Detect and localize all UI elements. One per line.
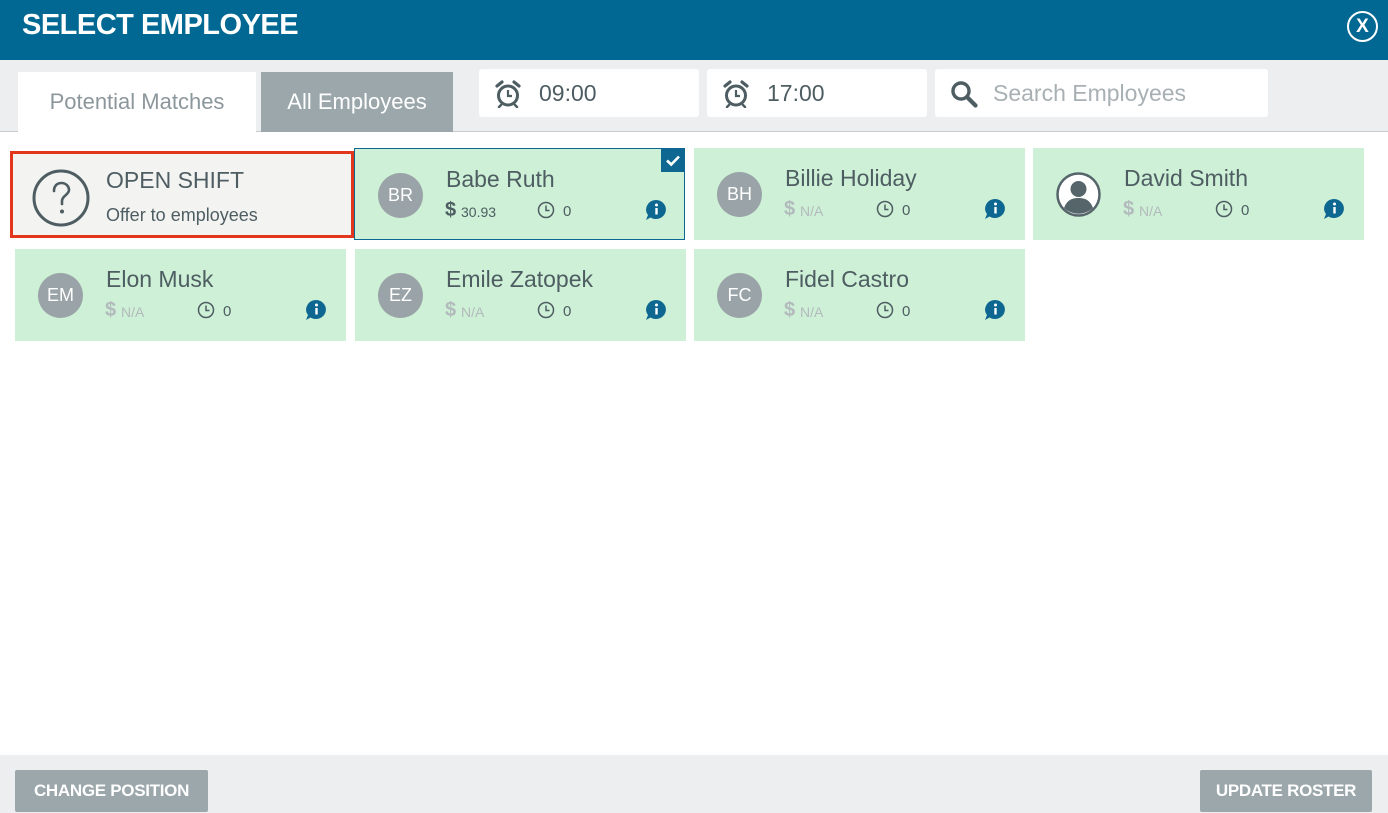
question-mark-icon [32, 169, 90, 227]
employee-card-elon-musk[interactable]: EM Elon Musk $ N/A 0 [15, 249, 346, 341]
employee-card-fidel-castro[interactable]: FC Fidel Castro $ N/A 0 [694, 249, 1025, 341]
search-field[interactable] [935, 69, 1268, 117]
tab-all-employees[interactable]: All Employees [261, 72, 453, 132]
pay-rate: N/A [800, 304, 824, 320]
dollar-icon: $ [784, 299, 796, 321]
close-button[interactable]: X [1347, 11, 1378, 42]
user-silhouette-icon [1056, 172, 1101, 217]
end-time-field[interactable]: 17:00 [707, 69, 927, 117]
start-time-value: 09:00 [539, 80, 597, 106]
pay-rate: N/A [1139, 203, 1163, 219]
open-shift-title: OPEN SHIFT [106, 167, 245, 193]
dollar-icon: $ [784, 198, 796, 220]
info-icon[interactable] [645, 299, 667, 321]
clock-icon [537, 301, 555, 319]
alarm-clock-icon [495, 80, 521, 108]
employee-card-emile-zatopek[interactable]: EZ Emile Zatopek $ N/A 0 [355, 249, 686, 341]
employee-card-billie-holiday[interactable]: BH Billie Holiday $ N/A 0 [694, 148, 1025, 240]
hours-count: 0 [563, 203, 572, 220]
search-input[interactable] [993, 75, 1258, 111]
info-icon[interactable] [984, 198, 1006, 220]
avatar: BH [717, 172, 762, 217]
employee-name: Elon Musk [106, 266, 214, 292]
clock-icon [876, 200, 894, 218]
toolbar: Potential Matches All Employees 09:00 17… [0, 60, 1388, 132]
avatar: EM [38, 273, 83, 318]
employee-name: Babe Ruth [446, 166, 555, 192]
search-icon [951, 81, 978, 108]
info-icon[interactable] [984, 299, 1006, 321]
employee-card-david-smith[interactable]: David Smith $ N/A 0 [1033, 148, 1364, 240]
info-icon[interactable] [645, 199, 667, 221]
employee-name: Billie Holiday [785, 165, 917, 191]
dialog-title: SELECT EMPLOYEE [22, 9, 299, 41]
clock-icon [197, 301, 215, 319]
employee-name: David Smith [1124, 165, 1248, 191]
change-position-button[interactable]: CHANGE POSITION [15, 770, 208, 812]
dialog-header: SELECT EMPLOYEE X [0, 0, 1388, 60]
clock-icon [537, 201, 555, 219]
clock-icon [876, 301, 894, 319]
dollar-icon: $ [105, 299, 117, 321]
avatar: BR [378, 173, 423, 218]
dollar-icon: $ [445, 299, 457, 321]
employee-name: Emile Zatopek [446, 266, 594, 292]
end-time-value: 17:00 [767, 80, 825, 106]
pay-rate: N/A [461, 304, 485, 320]
dollar-icon: $ [445, 199, 457, 221]
pay-rate: N/A [121, 304, 145, 320]
employee-name: Fidel Castro [785, 266, 909, 292]
start-time-field[interactable]: 09:00 [479, 69, 699, 117]
employee-card-babe-ruth[interactable]: BR Babe Ruth $ 30.93 0 [354, 148, 685, 240]
tab-potential-matches[interactable]: Potential Matches [18, 72, 256, 132]
hours-count: 0 [902, 303, 911, 320]
clock-icon [1215, 200, 1233, 218]
hours-count: 0 [1241, 202, 1250, 219]
pay-rate: 30.93 [461, 204, 497, 220]
update-roster-button[interactable]: UPDATE ROSTER [1200, 770, 1372, 812]
dollar-icon: $ [1123, 198, 1135, 220]
selected-check-icon [661, 148, 685, 172]
avatar: FC [717, 273, 762, 318]
alarm-clock-icon [723, 80, 749, 108]
dialog-footer: CHANGE POSITION UPDATE ROSTER [0, 755, 1388, 813]
info-icon[interactable] [1323, 198, 1345, 220]
open-shift-subtitle: Offer to employees [106, 205, 258, 225]
open-shift-card[interactable]: OPEN SHIFT Offer to employees [10, 151, 354, 238]
hours-count: 0 [902, 202, 911, 219]
avatar: EZ [378, 273, 423, 318]
pay-rate: N/A [800, 203, 824, 219]
hours-count: 0 [223, 303, 232, 320]
hours-count: 0 [563, 303, 572, 320]
info-icon[interactable] [305, 299, 327, 321]
